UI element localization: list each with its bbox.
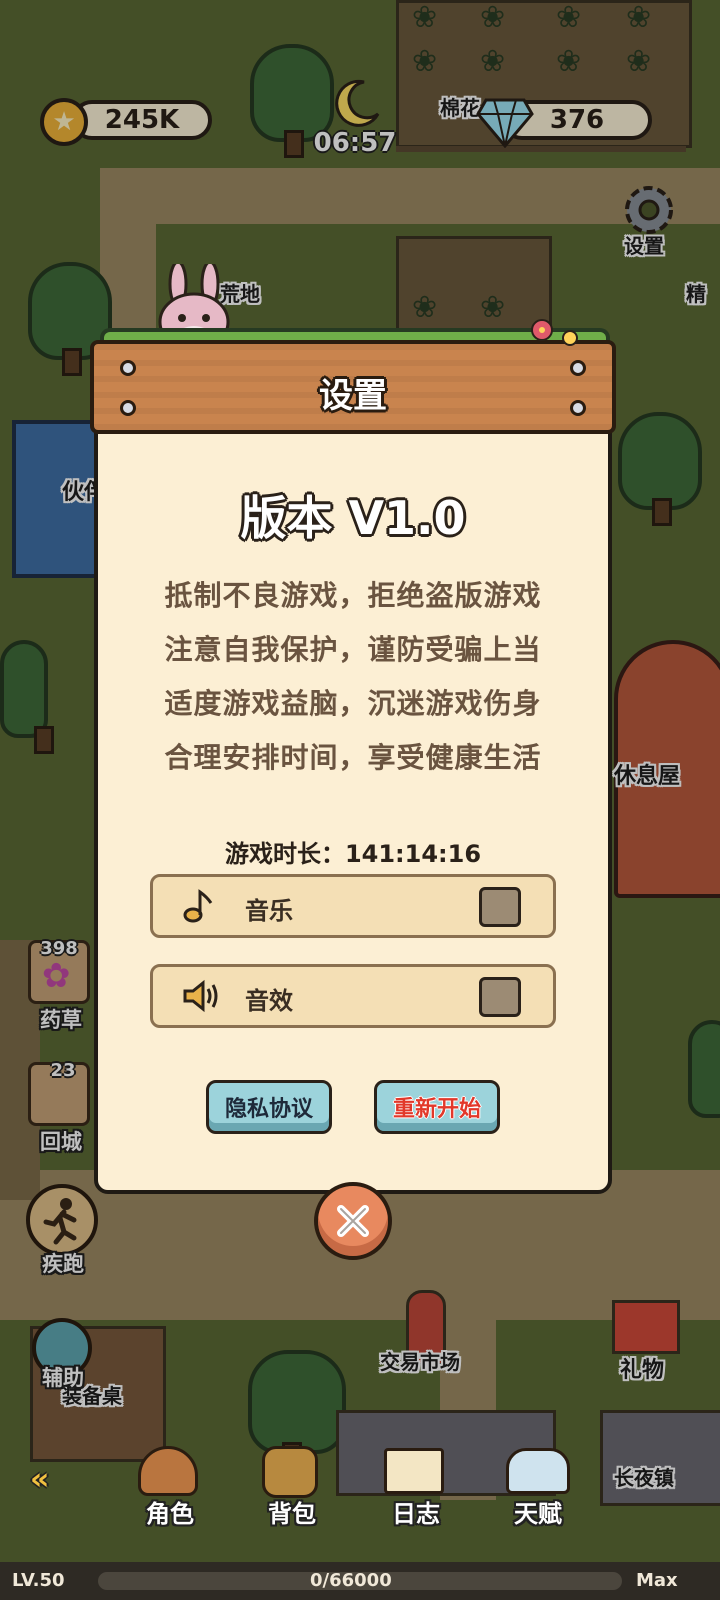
- backpack-icon: [262, 1446, 318, 1498]
- dialog-title: 设置: [319, 376, 387, 416]
- playtime-value: 141:14:16: [344, 840, 482, 868]
- health-notice-line-1: 抵制不良游戏，拒绝盗版游戏: [164, 579, 542, 612]
- version-text: 版本 V1.0: [240, 491, 466, 545]
- health-notice-line-2: 注意自我保护，谨防受骗上当: [164, 633, 542, 666]
- music-toggle[interactable]: [479, 887, 521, 927]
- health-notice-line-4: 合理安排时间，享受健康生活: [164, 741, 542, 774]
- playtime-label: 游戏时长：: [224, 840, 345, 868]
- journal-icon: [384, 1448, 444, 1494]
- talent-wings-icon: [506, 1448, 570, 1494]
- tab-character[interactable]: 角色: [130, 1494, 210, 1529]
- close-button[interactable]: [314, 1182, 392, 1260]
- restart-label: 重新开始: [392, 1097, 481, 1122]
- health-notice-line-3: 适度游戏益脑，沉迷游戏伤身: [164, 687, 542, 720]
- tab-backpack[interactable]: 背包: [252, 1494, 332, 1529]
- speaker-icon: [183, 979, 218, 1013]
- level-text: LV.50: [12, 1570, 65, 1591]
- flower-decoration: [531, 319, 578, 346]
- sfx-row: 音效: [150, 964, 556, 1028]
- tab-talent[interactable]: 天赋: [498, 1494, 578, 1529]
- max-text: Max: [636, 1570, 678, 1591]
- privacy-policy-button[interactable]: 隐私协议: [206, 1080, 332, 1134]
- collapse-arrow-icon[interactable]: «: [30, 1462, 49, 1497]
- xp-text: 0/66000: [310, 1570, 392, 1591]
- restart-button[interactable]: 重新开始: [374, 1080, 500, 1134]
- music-label: 音乐: [245, 897, 293, 925]
- privacy-policy-label: 隐私协议: [224, 1097, 313, 1122]
- playtime: 游戏时长：141:14:16: [94, 834, 612, 869]
- music-row: 音乐: [150, 874, 556, 938]
- sfx-toggle[interactable]: [479, 977, 521, 1017]
- close-icon: [337, 1205, 369, 1237]
- sfx-label: 音效: [245, 987, 293, 1015]
- music-note-icon: [183, 889, 213, 923]
- tab-journal[interactable]: 日志: [376, 1494, 456, 1529]
